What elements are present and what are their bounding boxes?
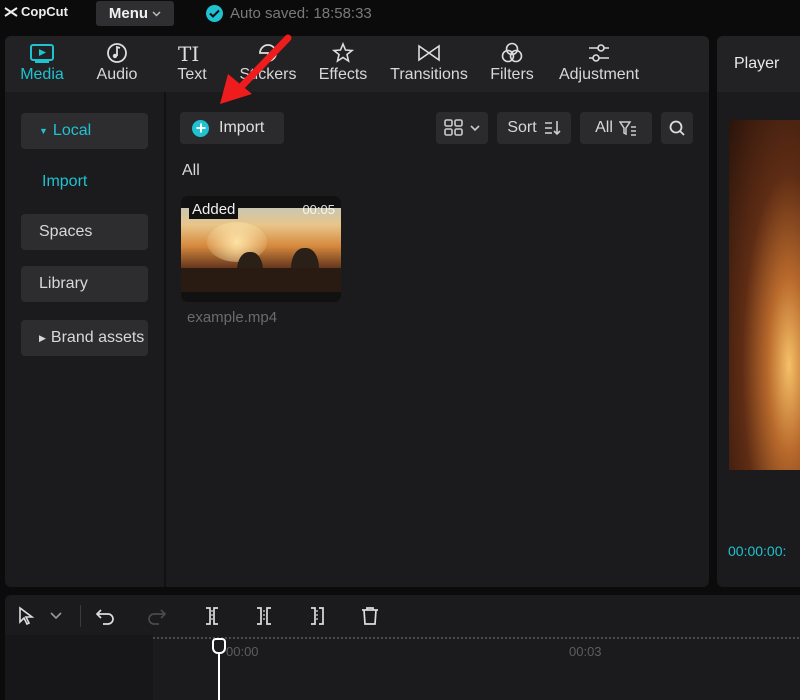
sidebar-item-label: Brand assets [50, 329, 145, 346]
media-thumbnail[interactable]: Added 00:05 [181, 196, 341, 302]
sidebar-item-brand-assets[interactable]: ▶ Brand assets [21, 320, 148, 356]
chevron-down-icon[interactable] [50, 612, 62, 620]
svg-text:TI: TI [178, 42, 199, 64]
tab-media[interactable]: Media [15, 36, 69, 92]
delete-right-icon[interactable] [307, 606, 327, 626]
menu-button[interactable]: Menu [96, 1, 174, 26]
plus-circle-icon [192, 119, 209, 137]
media-panel: Media Audio TI Text Stickers Effects Tra… [5, 36, 709, 587]
effects-icon [331, 42, 355, 63]
sidebar-item-import[interactable]: Import [42, 173, 87, 191]
tab-filters[interactable]: Filters [487, 36, 537, 92]
toolbar-separator [80, 605, 81, 627]
ruler-label: 00:03 [569, 644, 602, 659]
tab-adjustment-label: Adjustment [558, 66, 640, 83]
grid-view-icon [444, 119, 463, 136]
chevron-down-icon [470, 124, 480, 131]
tab-transitions[interactable]: Transitions [387, 36, 471, 92]
player-video[interactable] [729, 120, 800, 470]
adjustment-icon [589, 44, 609, 62]
transitions-icon [418, 44, 440, 62]
delete-left-icon[interactable] [254, 606, 274, 626]
title-bar: CopCut Menu Auto saved: 18:58:33 [0, 0, 800, 28]
media-icon [30, 44, 54, 63]
text-icon: TI [178, 42, 199, 64]
tab-audio-label: Audio [96, 66, 138, 83]
tab-adjustment[interactable]: Adjustment [555, 36, 643, 92]
sidebar-item-label: Local [52, 122, 92, 139]
ruler-label: 00:00 [226, 644, 259, 659]
select-cursor-icon[interactable] [17, 606, 37, 626]
audio-icon [107, 43, 127, 63]
app-name: CopCut [21, 4, 68, 19]
tab-text-label: Text [177, 66, 207, 83]
tab-effects[interactable]: Effects [317, 36, 369, 92]
import-button[interactable]: Import [180, 112, 284, 144]
caret-down-icon: ▼ [39, 126, 48, 136]
menu-label: Menu [108, 5, 149, 22]
video-preview-image [181, 208, 341, 292]
autosave-status: Auto saved: 18:58:33 [206, 5, 372, 22]
sort-icon [544, 121, 561, 136]
filter-label: All [595, 119, 613, 136]
track-header-area [5, 635, 153, 700]
trash-icon[interactable] [360, 606, 380, 626]
player-timecode: 00:00:00: [728, 543, 787, 559]
sidebar-item-local[interactable]: ▼ Local [21, 113, 148, 149]
sort-label: Sort [507, 119, 537, 136]
redo-icon[interactable] [147, 606, 167, 626]
tab-text[interactable]: TI Text [171, 36, 213, 92]
caret-right-icon: ▶ [39, 332, 46, 343]
player-panel: Player 00:00:00: [717, 36, 800, 587]
sidebar-item-library[interactable]: Library [21, 266, 148, 302]
added-badge: Added [189, 200, 239, 219]
filters-icon [501, 42, 523, 63]
search-icon [669, 120, 685, 136]
undo-icon[interactable] [95, 606, 115, 626]
tab-filters-label: Filters [490, 66, 534, 83]
check-circle-icon [206, 5, 223, 22]
file-name: example.mp4 [187, 309, 278, 326]
sidebar-item-spaces[interactable]: Spaces [21, 214, 148, 250]
app-logo: CopCut [4, 4, 68, 19]
sidebar-divider [164, 92, 166, 587]
import-label: Import [219, 119, 265, 136]
annotation-arrow-icon [220, 34, 292, 104]
split-icon[interactable] [202, 606, 222, 626]
sidebar-item-label: Spaces [39, 223, 93, 240]
playhead-handle[interactable] [212, 638, 226, 654]
player-header: Player [717, 36, 800, 92]
chevron-down-icon [152, 10, 161, 17]
tab-audio[interactable]: Audio [91, 36, 143, 92]
tab-media-label: Media [20, 66, 64, 83]
player-title: Player [734, 55, 780, 72]
view-mode-button[interactable] [436, 112, 488, 144]
sidebar-item-label: Library [39, 275, 88, 292]
tab-effects-label: Effects [318, 66, 368, 83]
sort-button[interactable]: Sort [497, 112, 571, 144]
filter-button[interactable]: All [580, 112, 652, 144]
tab-transitions-label: Transitions [390, 66, 468, 83]
search-button[interactable] [661, 112, 693, 144]
copcut-logo-icon [4, 6, 18, 17]
filter-icon [618, 121, 636, 136]
asset-toolbar: Media Audio TI Text Stickers Effects Tra… [5, 36, 709, 92]
duration-label: 00:05 [302, 202, 335, 217]
section-label: All [182, 162, 200, 179]
timeline-toolbar [5, 595, 800, 635]
autosave-text: Auto saved: 18:58:33 [230, 5, 372, 22]
